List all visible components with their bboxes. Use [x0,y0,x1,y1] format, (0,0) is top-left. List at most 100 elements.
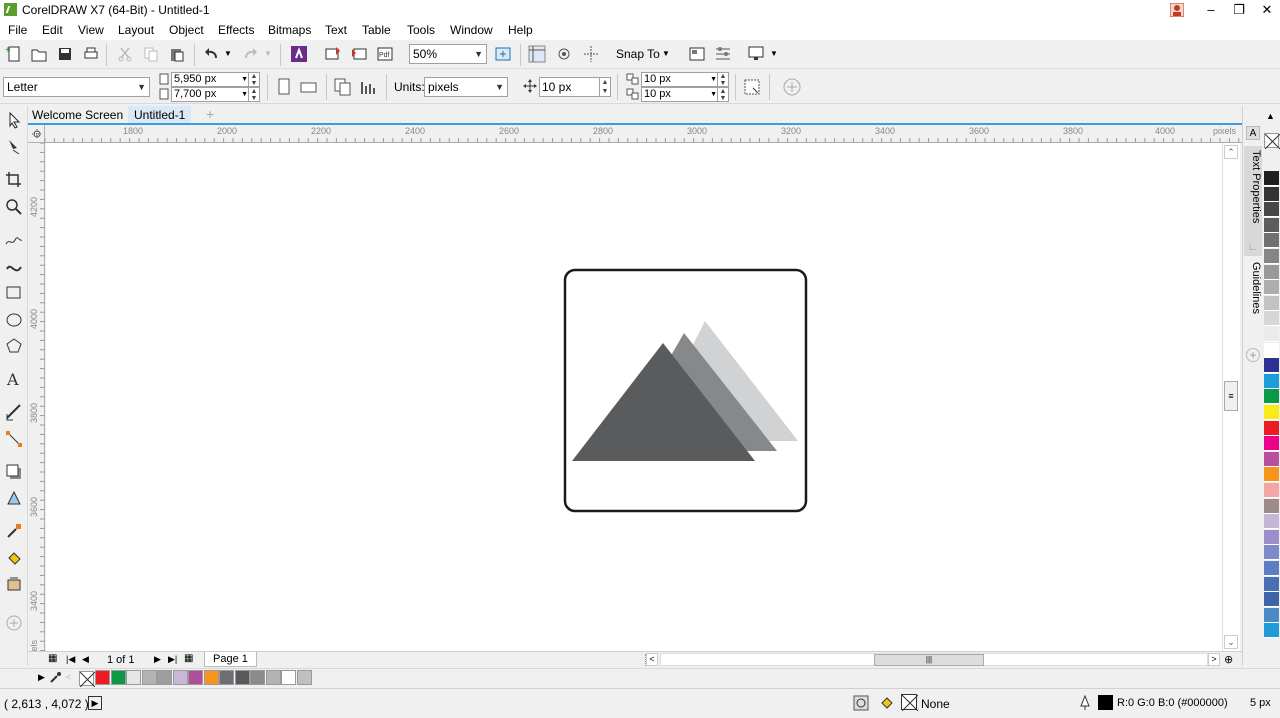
document-palette-swatch[interactable] [219,670,234,685]
paste-icon[interactable] [166,43,188,65]
all-pages-icon[interactable] [332,76,354,98]
guidelines-icon[interactable]: ∟ [1246,241,1260,255]
palette-swatch[interactable] [1264,405,1279,420]
redo-dropdown-icon[interactable]: ▼ [264,49,272,58]
palette-swatch[interactable] [1264,420,1279,436]
palette-swatch[interactable] [1264,467,1279,483]
last-page-icon[interactable]: ▶| [168,654,177,665]
full-screen-preview-icon[interactable] [492,43,514,65]
tab-untitled-1[interactable]: Untitled-1 [128,106,192,124]
save-icon[interactable] [54,43,76,65]
palette-scroll-left-icon[interactable]: < [66,672,71,682]
menu-file[interactable]: File [8,23,27,37]
document-palette-swatch[interactable] [296,670,312,685]
first-page-icon[interactable]: |◀ [66,654,75,665]
palette-expand-icon[interactable]: ▶ [38,672,45,683]
palette-swatch[interactable] [1264,607,1279,623]
new-tab-plus-icon[interactable]: + [206,107,220,121]
menu-tools[interactable]: Tools [407,23,435,37]
parallel-dimension-tool-icon[interactable] [4,402,24,422]
palette-swatch[interactable] [1264,514,1279,530]
palette-scroll-up-icon[interactable]: ▲ [1266,111,1275,121]
palette-swatch[interactable] [1264,217,1279,233]
spin-arrows-icon[interactable]: ▲ ▼ [599,78,610,96]
drawing-canvas[interactable] [46,143,1222,651]
cut-icon[interactable] [114,43,136,65]
options-icon[interactable] [712,43,734,65]
publish-to-pdf-icon[interactable]: Pdf [374,43,396,65]
palette-swatch[interactable] [1264,311,1279,327]
add-docker-icon[interactable]: + [1246,348,1260,362]
palette-swatch[interactable] [1264,186,1279,202]
menu-edit[interactable]: Edit [42,23,63,37]
rectangle-tool-icon[interactable] [4,283,24,303]
shape-tool-icon[interactable] [4,137,24,157]
interactive-fill-tool-icon[interactable] [4,548,24,568]
palette-swatch[interactable] [1264,202,1279,218]
text-properties-icon[interactable]: A [1246,126,1260,140]
palette-swatch[interactable] [1264,249,1279,264]
scroll-left-icon[interactable]: < [646,653,658,666]
text-tool-icon[interactable]: A [4,369,24,389]
application-launcher-icon[interactable] [746,43,768,65]
zoom-tool-icon[interactable] [4,197,24,217]
scroll-up-icon[interactable]: ⌃ [1224,145,1238,159]
show-guidelines-icon[interactable] [580,43,602,65]
undo-dropdown-icon[interactable]: ▼ [224,49,232,58]
palette-swatch[interactable] [1264,623,1279,639]
palette-swatch[interactable] [1264,436,1279,452]
next-page-icon[interactable]: ▶ [154,654,161,665]
scroll-right-icon[interactable]: > [1208,653,1220,666]
maximize-button[interactable]: ❐ [1224,0,1254,20]
close-button[interactable]: ✕ [1252,0,1280,20]
export-icon[interactable] [348,43,370,65]
snap-to-label[interactable]: Snap To [616,47,660,61]
menu-bitmaps[interactable]: Bitmaps [268,23,311,37]
freehand-tool-icon[interactable] [4,230,24,250]
previous-page-icon[interactable]: ◀ [82,654,89,665]
color-proofing-icon[interactable] [853,695,869,711]
menu-effects[interactable]: Effects [218,23,254,37]
horizontal-scrollbar-thumb[interactable]: ||| [874,654,984,666]
palette-swatch[interactable] [1264,545,1279,561]
palette-swatch[interactable] [1264,358,1279,374]
palette-swatch[interactable] [1264,264,1279,280]
open-folder-icon[interactable] [28,43,50,65]
palette-swatch[interactable] [1264,389,1279,405]
show-grid-icon[interactable] [553,43,575,65]
minimize-button[interactable]: – [1196,0,1226,20]
horizontal-ruler[interactable]: 1800 2000 2200 2400 2600 2800 3000 3200 … [45,125,1242,143]
ruler-origin-icon[interactable] [28,125,45,143]
palette-swatch[interactable] [1264,327,1279,342]
search-content-icon[interactable] [288,43,310,65]
document-palette-swatch[interactable] [265,670,281,685]
undo-icon[interactable] [200,43,222,65]
transparency-tool-icon[interactable] [4,488,24,508]
user-account-icon[interactable] [1170,3,1184,17]
menu-window[interactable]: Window [450,23,493,37]
document-palette-swatch[interactable] [250,670,265,685]
spin-arrows-icon[interactable]: ▲ ▼ [717,88,728,102]
page-tab[interactable]: Page 1 [204,652,257,667]
menu-layout[interactable]: Layout [118,23,154,37]
document-palette-swatch[interactable] [157,670,172,685]
insert-page-after-icon[interactable]: ▦ [184,653,193,664]
print-icon[interactable] [80,43,102,65]
connector-tool-icon[interactable] [4,429,24,449]
duplicate-y-field[interactable]: 10 px ▲ ▼ ▼ [641,87,729,102]
quick-customize-icon[interactable] [4,613,24,633]
menu-help[interactable]: Help [508,23,533,37]
tab-welcome-screen[interactable]: Welcome Screen [26,106,129,124]
snap-to-dropdown-icon[interactable]: ▼ [662,49,670,58]
no-fill-swatch[interactable] [79,671,95,687]
palette-swatch[interactable] [1264,342,1279,358]
new-document-icon[interactable]: + [3,43,25,65]
palette-swatch[interactable] [1264,576,1279,592]
page-height-field[interactable]: 7,700 px ▲ ▼ ▼ [171,87,260,102]
document-palette-swatch[interactable] [126,670,141,685]
spin-arrows-icon[interactable]: ▲ ▼ [248,88,259,102]
spin-arrows-icon[interactable]: ▲ ▼ [248,73,259,87]
document-palette-swatch[interactable] [234,670,250,685]
palette-swatch[interactable] [1264,451,1279,467]
palette-swatch[interactable] [1264,171,1279,186]
